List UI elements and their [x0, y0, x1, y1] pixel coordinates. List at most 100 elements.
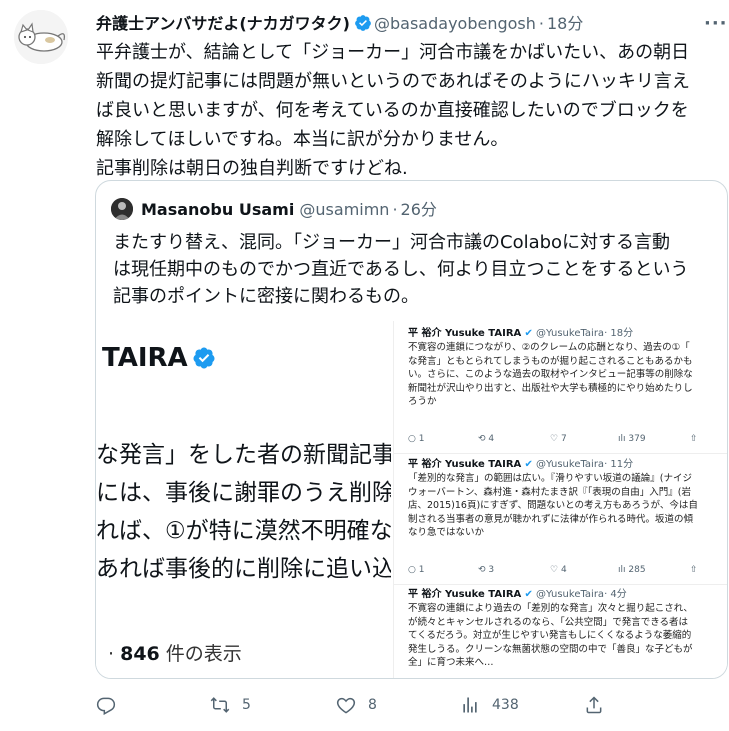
retweet-button[interactable]: 5: [210, 692, 251, 718]
embedded-line: 不寛容の連鎖につながり、②のクレームの応酬となり、過去の①「: [408, 342, 690, 353]
embedded-time: · 18分: [604, 328, 634, 339]
media-left-name: TAIRA: [102, 343, 188, 373]
embedded-line: 不寛容の連鎖により過去の「差別的な発言」次々と掘り起こされ、: [408, 603, 693, 614]
embedded-line: 店、2015)16頁)にすぎず、問題ないとの考え方もあろうが、今は自: [408, 500, 698, 511]
embedded-reply-count: ○ 1: [408, 565, 425, 575]
tweet-body-line: ば良いと思いますが、何を考えているのか直接確認したいのでブロックを: [96, 100, 689, 121]
media-image-right[interactable]: 平 裕介 Yusuke TAIRA ✔ @YusukeTaira· 18分 不寛…: [393, 321, 727, 678]
embedded-view-count: ılı 379: [618, 434, 646, 444]
view-count-suffix: 件の表示: [159, 643, 242, 665]
embedded-time: · 11分: [604, 459, 634, 470]
quoted-author-name: Masanobu Usami: [141, 200, 295, 219]
tweet-body-line: 平弁護士が、結論として「ジョーカー」河合市議をかばいたい、あの朝日: [96, 42, 690, 63]
embedded-handle: @YusukeTaira: [536, 589, 605, 600]
embedded-handle: @YusukeTaira: [536, 459, 605, 470]
tweet-time[interactable]: 18分: [547, 14, 583, 33]
embedded-like-count: ♡ 4: [550, 565, 567, 575]
embedded-author-name: 平 裕介 Yusuke TAIRA: [408, 459, 522, 470]
verified-badge-icon: [355, 15, 371, 31]
views-button[interactable]: 438: [460, 692, 519, 718]
embedded-line: ろうか: [408, 396, 437, 407]
retweet-count: 5: [242, 697, 251, 713]
like-count: 8: [368, 697, 377, 713]
share-icon: [586, 696, 602, 714]
embedded-share-icon: ⇧: [690, 434, 698, 444]
embedded-reply-count: ○ 1: [408, 434, 425, 444]
quoted-handle: @usamimn: [299, 200, 390, 219]
quoted-body-line: は現任期中のものでかつ直近であるし、何より目立つことをするという: [113, 259, 689, 280]
verified-badge-icon: [193, 347, 215, 369]
embedded-like-count: ♡ 7: [550, 434, 567, 444]
quoted-tweet[interactable]: Masanobu Usami @usamimn · 26分 またすり替え、混同。「ジ…: [95, 180, 728, 679]
tweet-body: 平弁護士が、結論として「ジョーカー」河合市議をかばいたい、あの朝日 新聞の提灯記…: [96, 38, 726, 183]
embedded-body: 不寛容の連鎖により過去の「差別的な発言」次々と掘り起こされ、 が続々とキャンセル…: [408, 602, 727, 670]
embedded-retweet-count: ⟲ 4: [478, 434, 495, 444]
embedded-line: てくるだろう。対立が生じやすい発言もしにくくなるような萎縮的: [408, 630, 692, 641]
embedded-share-icon: ⇧: [690, 565, 698, 575]
heart-icon: [336, 697, 356, 714]
views-chart-icon: [463, 697, 477, 713]
quoted-author-avatar: [111, 198, 133, 220]
embedded-tweet: 平 裕介 Yusuke TAIRA ✔ @YusukeTaira· 4分 不寛容…: [394, 588, 727, 678]
embedded-line: なり急ではないか: [408, 527, 485, 538]
embedded-time: · 4分: [604, 589, 627, 600]
quoted-separator: ·: [392, 200, 398, 219]
verified-badge-icon: ✔: [524, 589, 533, 600]
cat-avatar-icon: [14, 10, 68, 64]
media-image-left[interactable]: TAIRA な発言」をした者の新聞記事の には、事後に謝罪のうえ削除す れば、①…: [96, 321, 391, 678]
tweet-action-bar: 5 8 438: [96, 692, 716, 718]
embedded-line: い。さらに、このような過去の取材やインタビュー記事等の削除な: [408, 369, 693, 380]
embedded-author-name: 平 裕介 Yusuke TAIRA: [408, 589, 522, 600]
media-left-line: れば、①が特に漠然不明確な: [96, 518, 391, 544]
embedded-line: な発言」ともとられてしまうものが掘り起こされることもあるかも: [408, 355, 693, 367]
embedded-body: 「差別的な発言」の範囲は広い。『滑りやすい坂道の議論』(ナイジ ウォーバートン、…: [408, 472, 727, 540]
embedded-author-name: 平 裕介 Yusuke TAIRA: [408, 328, 522, 339]
tweet-header: 弁護士アンバサだよ(ナカガワタク) @basadayobengosh · 18分: [96, 13, 583, 35]
embedded-tweet-header: 平 裕介 Yusuke TAIRA ✔ @YusukeTaira· 4分: [408, 588, 627, 602]
author-avatar[interactable]: [14, 10, 68, 64]
embedded-body: 不寛容の連鎖につながり、②のクレームの応酬となり、過去の①「 な発言」ともとられ…: [408, 341, 727, 409]
quoted-time: 26分: [400, 200, 437, 219]
embedded-handle: @YusukeTaira: [536, 328, 605, 339]
tweet-body-line: 新聞の提灯記事には問題が無いというのであればそのようにハッキリ言え: [96, 71, 690, 92]
retweet-icon: [210, 697, 230, 713]
embedded-divider: [394, 453, 727, 454]
quoted-body: またすり替え、混同。「ジョーカー」河合市議のColaboに対する言動 は現任期中…: [113, 229, 718, 310]
embedded-line: が続々とキャンセルされるのなら、「公共空間」で発言できる者は: [408, 616, 689, 628]
embedded-tweet: 平 裕介 Yusuke TAIRA ✔ @YusukeTaira· 11分 「差…: [394, 458, 727, 578]
view-count-prefix: ·: [108, 643, 121, 665]
like-button[interactable]: 8: [336, 692, 377, 718]
quoted-body-line: またすり替え、混同。「ジョーカー」河合市議のColaboに対する言動: [113, 232, 671, 253]
embedded-tweet-header: 平 裕介 Yusuke TAIRA ✔ @YusukeTaira· 18分: [408, 327, 633, 341]
embedded-line: 新聞社が沢山やり出すと、出版社や大学も積極的にやり始めたりし: [408, 382, 693, 394]
view-count-number: 846: [120, 643, 160, 665]
quoted-body-line: 記事のポイントに密接に関わるもの。: [113, 286, 419, 307]
more-options-icon[interactable]: ···: [704, 13, 728, 35]
embedded-line: 「差別的な発言」の範囲は広い。『滑りやすい坂道の議論』(ナイジ: [408, 473, 692, 484]
views-count: 438: [492, 697, 519, 713]
author-handle[interactable]: @basadayobengosh: [374, 14, 536, 33]
verified-badge-icon: ✔: [524, 459, 533, 470]
embedded-divider: [394, 584, 727, 585]
media-left-line: な発言」をした者の新聞記事の: [96, 442, 391, 468]
embedded-line: 発生しうる。クリーンな無菌状態の空間の中で「善良」な子どもが: [408, 643, 693, 655]
embedded-line: ウォーバートン、森村進・森村たまき訳『「表現の自由」入門』(岩: [408, 486, 692, 498]
media-left-line: には、事後に謝罪のうえ削除す: [96, 480, 391, 506]
tweet-body-line: 解除してほしいですね。本当に訳が分かりません。: [96, 129, 509, 150]
media-left-header: TAIRA: [102, 343, 218, 373]
header-separator: ·: [538, 14, 544, 33]
media-left-view-count: · 846 件の表示: [108, 639, 242, 666]
share-button[interactable]: [584, 692, 604, 718]
verified-badge-icon: ✔: [524, 328, 533, 339]
reply-button[interactable]: [96, 692, 128, 718]
embedded-line: 制される当事者の意見が聴かれずに法律が作られる時代。坂道の傾: [408, 513, 694, 525]
person-avatar-icon: [111, 198, 133, 220]
author-name[interactable]: 弁護士アンバサだよ(ナカガワタク): [96, 14, 350, 33]
quoted-header: Masanobu Usami @usamimn · 26分: [141, 199, 437, 221]
media-left-line: あれば事後的に削除に追い込ま: [96, 556, 391, 582]
embedded-line: 全」に育つ未来へ…: [408, 657, 494, 668]
embedded-retweet-count: ⟲ 3: [478, 565, 495, 575]
embedded-tweet: 平 裕介 Yusuke TAIRA ✔ @YusukeTaira· 18分 不寛…: [394, 327, 727, 447]
embedded-tweet-header: 平 裕介 Yusuke TAIRA ✔ @YusukeTaira· 11分: [408, 458, 633, 472]
reply-icon: [96, 697, 116, 715]
